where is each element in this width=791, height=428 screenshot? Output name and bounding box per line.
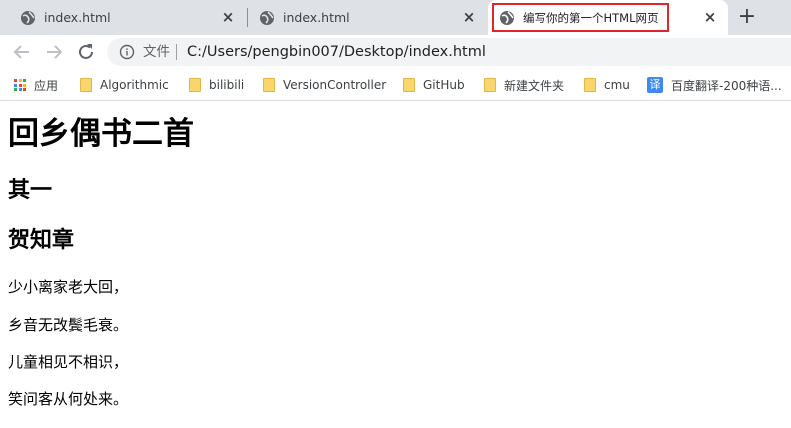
poem-line: 笑问客从何处来。: [8, 390, 129, 408]
tab-title: index.html: [44, 10, 111, 25]
tab-close-button[interactable]: ×: [220, 9, 236, 25]
bookmark-apps[interactable]: 应用: [14, 77, 58, 93]
bookmark-cmu[interactable]: cmu: [584, 77, 630, 93]
folder-icon: [484, 78, 496, 92]
poem-line: 儿童相见不相识，: [8, 353, 129, 371]
bookmark-label: 百度翻译-200种语...: [671, 78, 782, 93]
bookmark-label: 应用: [34, 78, 59, 93]
address-bar[interactable]: 文件 C:/Users/pengbin007/Desktop/index.htm…: [107, 38, 791, 66]
bookmark-label: bilibili: [209, 78, 245, 92]
bookmark-algorithmic[interactable]: Algorithmic: [80, 77, 169, 93]
globe-icon: [260, 10, 274, 25]
tab-index-2[interactable]: index.html ×: [239, 0, 487, 35]
bookmark-label: 新建文件夹: [504, 78, 565, 93]
poem-author: 贺知章: [8, 228, 75, 253]
poem-line: 少小离家老大回，: [8, 278, 129, 296]
bookmarks-bar: 应用 Algorithmic bilibili VersionControlle…: [0, 69, 791, 101]
bookmark-new-folder[interactable]: 新建文件夹: [484, 77, 564, 93]
folder-icon: [403, 78, 415, 92]
bookmark-label: GitHub: [423, 78, 465, 92]
page-content: 回乡偶书二首 其一 贺知章 少小离家老大回， 乡音无改鬓毛衰。 儿童相见不相识，…: [0, 102, 791, 428]
tab-title: index.html: [283, 10, 350, 25]
back-arrow-icon[interactable]: [10, 40, 34, 64]
url-text[interactable]: C:/Users/pengbin007/Desktop/index.html: [187, 43, 486, 61]
folder-icon: [80, 78, 92, 92]
bookmark-label: cmu: [604, 78, 630, 92]
folder-icon: [263, 78, 275, 92]
tab-close-button[interactable]: ×: [461, 9, 477, 25]
toolbar: 文件 C:/Users/pengbin007/Desktop/index.htm…: [0, 35, 791, 69]
bookmark-github[interactable]: GitHub: [403, 77, 465, 93]
poem-line: 乡音无改鬓毛衰。: [8, 316, 129, 334]
tab-index-1[interactable]: index.html ×: [0, 0, 246, 35]
reload-icon[interactable]: [74, 40, 98, 64]
tab-highlight-box: [492, 3, 669, 32]
info-icon[interactable]: [119, 44, 135, 60]
globe-icon: [21, 10, 35, 25]
omnibox-divider: [176, 44, 177, 60]
file-scheme-label: 文件: [143, 44, 170, 60]
page-title: 回乡偶书二首: [8, 116, 194, 152]
folder-icon: [584, 78, 596, 92]
tab-strip: index.html × index.html × 编写你的第一个HTML网页 …: [0, 0, 791, 35]
poem-subtitle: 其一: [8, 178, 53, 203]
baidu-translate-icon: 译: [647, 77, 663, 93]
new-tab-button[interactable]: +: [735, 6, 759, 30]
forward-arrow-icon[interactable]: [42, 40, 66, 64]
folder-icon: [189, 78, 201, 92]
bookmark-label: Algorithmic: [100, 78, 169, 92]
bookmark-baidu-translate[interactable]: 译 百度翻译-200种语...: [647, 77, 782, 93]
bookmark-label: VersionController: [283, 78, 387, 92]
apps-grid-icon: [14, 79, 26, 91]
bookmark-versioncontroller[interactable]: VersionController: [263, 77, 386, 93]
tab-close-button[interactable]: ×: [702, 9, 718, 25]
bookmark-bilibili[interactable]: bilibili: [189, 77, 244, 93]
